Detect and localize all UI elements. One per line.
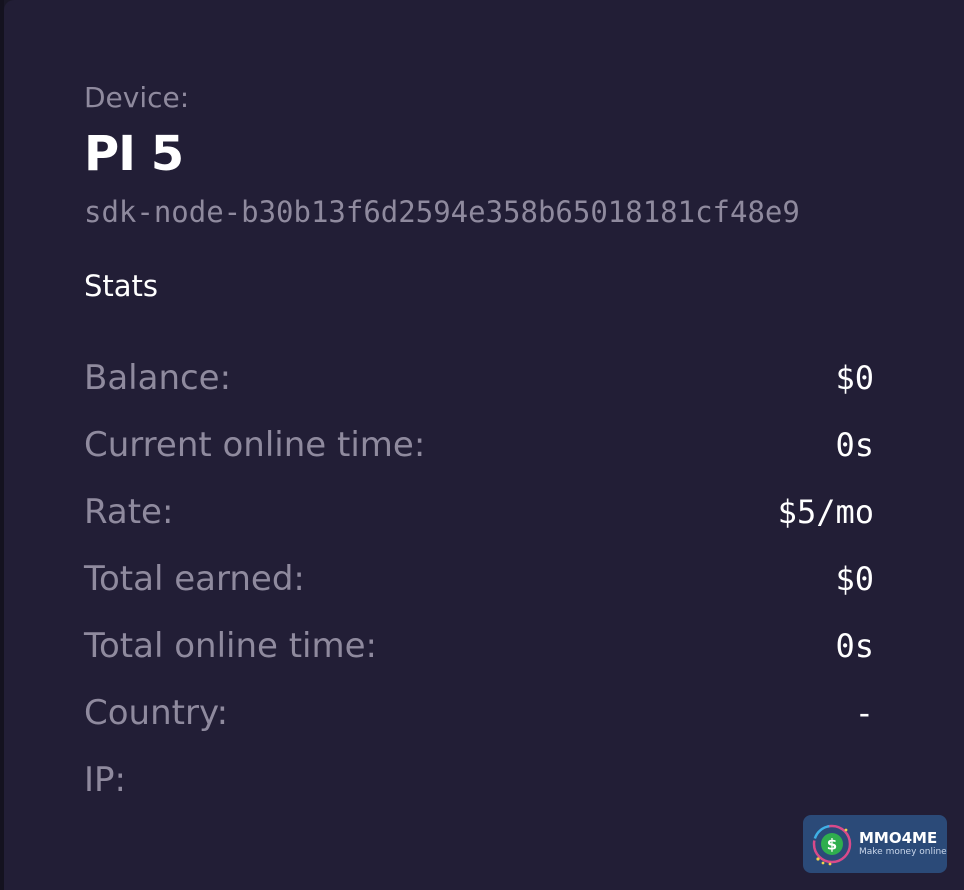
device-id[interactable]: sdk-node-b30b13f6d2594e358b65018181cf48e… [84, 192, 874, 232]
stats-heading: Stats [84, 269, 159, 303]
stat-label: Country: [84, 692, 229, 733]
stat-row-balance: Balance: $0 [84, 344, 874, 411]
device-details-panel: Device: PI 5 sdk-node-b30b13f6d2594e358b… [4, 0, 964, 890]
stat-row-total-online-time: Total online time: 0s [84, 612, 874, 679]
stats-list: Balance: $0 Current online time: 0s Rate… [84, 344, 874, 813]
watermark-badge: $ MMO4ME Make money online [803, 815, 947, 873]
stat-label: Balance: [84, 357, 232, 398]
device-label: Device: [84, 81, 190, 114]
stat-row-ip: IP: [84, 746, 874, 813]
stat-value: 0s [835, 626, 874, 665]
stat-value: 0s [835, 425, 874, 464]
stat-label: Total online time: [84, 625, 378, 666]
stat-label: Current online time: [84, 424, 426, 465]
stat-row-total-earned: Total earned: $0 [84, 545, 874, 612]
watermark-title: MMO4ME [859, 829, 938, 847]
watermark-subtitle: Make money online [859, 847, 947, 857]
stat-value: $0 [835, 358, 874, 397]
device-name: PI 5 [84, 126, 184, 182]
svg-text:$: $ [827, 836, 837, 854]
device-details-content: Device: PI 5 sdk-node-b30b13f6d2594e358b… [84, 78, 874, 813]
stat-row-current-online-time: Current online time: 0s [84, 411, 874, 478]
stat-label: IP: [84, 759, 126, 800]
dollar-coin-logo-icon: $ [812, 824, 852, 866]
stat-label: Total earned: [84, 558, 305, 599]
stat-value: $0 [835, 559, 874, 598]
stat-value: $5/mo [777, 492, 874, 531]
stat-label: Rate: [84, 491, 174, 532]
watermark-text: MMO4ME Make money online [859, 830, 947, 858]
stat-row-rate: Rate: $5/mo [84, 478, 874, 545]
stat-value: - [854, 693, 874, 732]
stat-row-country: Country: - [84, 679, 874, 746]
